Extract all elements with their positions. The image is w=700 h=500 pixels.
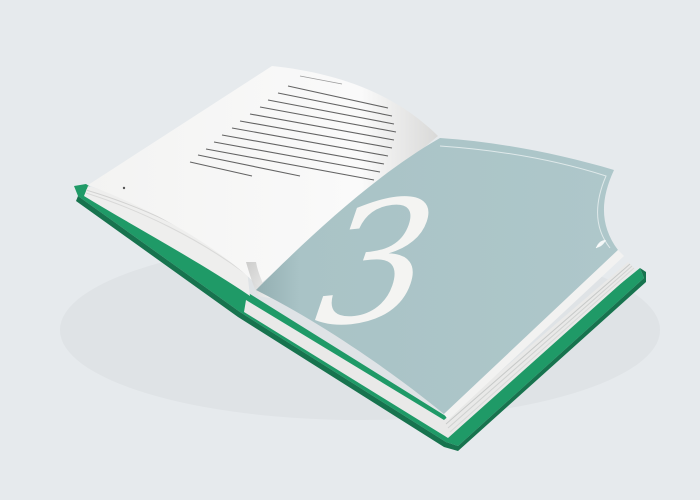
- left-folio: [122, 186, 126, 190]
- book-mockup-scene: 3: [60, 66, 660, 451]
